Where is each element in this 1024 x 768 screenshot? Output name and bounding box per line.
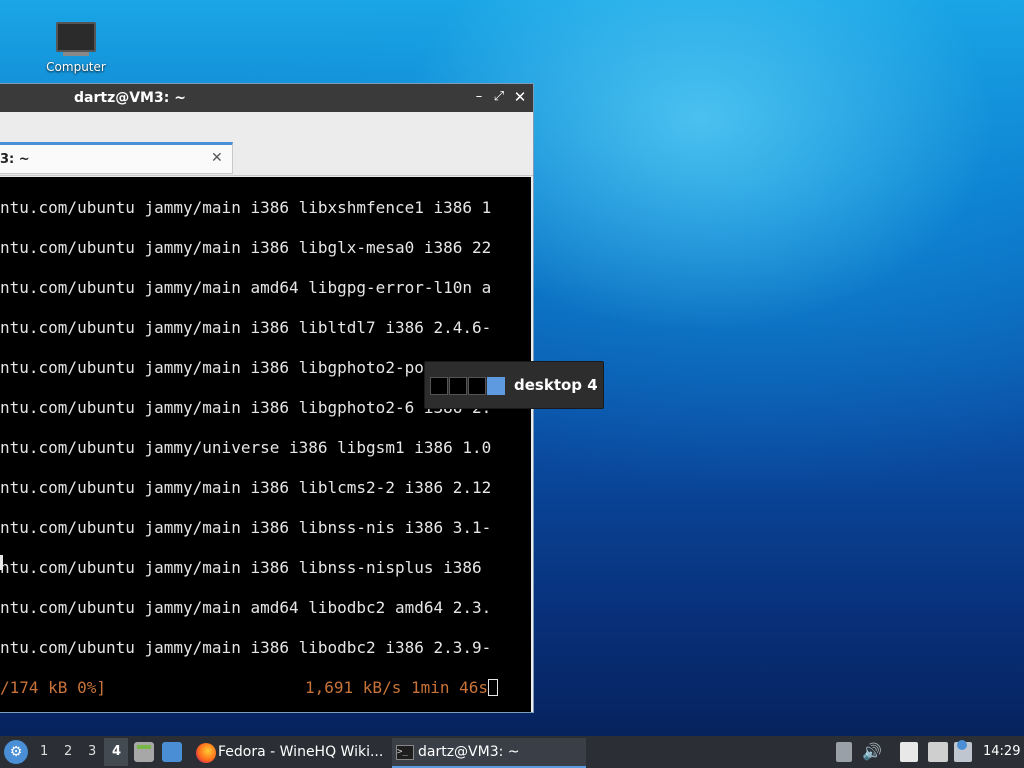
terminal-output[interactable]: ntu.com/ubuntu jammy/main i386 libxshmfe… (0, 177, 531, 712)
terminal-line: ntu.com/ubuntu jammy/main i386 libglx-me… (0, 238, 492, 257)
maximize-button[interactable]: ⤢ (490, 88, 508, 106)
terminal-cursor-left (0, 555, 3, 570)
network-icon[interactable] (928, 742, 948, 762)
menubar (0, 112, 533, 142)
workspace-switcher-osd: desktop 4 (424, 361, 604, 409)
terminal-line: ntu.com/ubuntu jammy/main i386 liblcms2-… (0, 478, 492, 497)
update-notifier-icon[interactable] (954, 740, 972, 762)
terminal-line: ntu.com/ubuntu jammy/main amd64 libodbc2… (0, 598, 492, 617)
close-button[interactable]: ✕ (511, 88, 529, 106)
terminal-line: ntu.com/ubuntu jammy/main amd64 libgpg-e… (0, 278, 492, 297)
tab-bar: 3: ~ ✕ (0, 142, 533, 176)
task-terminal[interactable]: >_ dartz@VM3: ~ (392, 738, 586, 768)
volume-icon[interactable]: 🔊 (862, 742, 882, 762)
workspace-4[interactable]: 4 (112, 744, 121, 759)
workspace-box-1 (430, 377, 448, 395)
workspace-box-3 (468, 377, 486, 395)
workspace-1[interactable]: 1 (40, 744, 48, 759)
terminal-line: ntu.com/ubuntu jammy/main i386 libgphoto… (0, 358, 482, 377)
window-titlebar[interactable]: dartz@VM3: ~ – ⤢ ✕ (0, 84, 533, 112)
clock[interactable]: 14:29 (983, 744, 1020, 759)
tray-document-icon[interactable] (836, 742, 852, 762)
monitor-icon (56, 22, 96, 52)
workspace-2[interactable]: 2 (64, 744, 72, 759)
window-title: dartz@VM3: ~ (74, 90, 186, 106)
file-manager-icon[interactable] (134, 742, 154, 762)
tab-terminal[interactable]: 3: ~ ✕ (0, 142, 233, 174)
desktop-icon-computer[interactable]: Computer (40, 22, 112, 74)
terminal-line: ntu.com/ubuntu jammy/main i386 libnss-ni… (0, 558, 482, 577)
task-label: Fedora - WineHQ Wiki... (218, 744, 384, 760)
terminal-line: ntu.com/ubuntu jammy/main i386 libodbc2 … (0, 638, 492, 657)
tab-label: 3: ~ (0, 152, 30, 167)
progress-status-left: /174 kB 0%] (0, 678, 106, 697)
task-firefox[interactable]: Fedora - WineHQ Wiki... (192, 738, 388, 768)
osd-label: desktop 4 (514, 376, 598, 394)
terminal-line: ntu.com/ubuntu jammy/universe i386 libgs… (0, 438, 492, 457)
tab-close-icon[interactable]: ✕ (211, 150, 223, 166)
task-label: dartz@VM3: ~ (418, 744, 520, 760)
terminal-line: ntu.com/ubuntu jammy/main i386 libnss-ni… (0, 518, 492, 537)
firefox-icon (196, 743, 216, 763)
terminal-cursor (488, 679, 499, 696)
terminal-line: ntu.com/ubuntu jammy/main i386 libgphoto… (0, 398, 492, 417)
progress-status-right: 1,691 kB/s 1min 46s (305, 678, 499, 697)
clipboard-icon[interactable] (900, 742, 918, 762)
progress-rate: 1,691 kB/s 1min 46s (305, 678, 489, 697)
fedora-icon[interactable]: ⚙ (4, 740, 28, 764)
workspace-3[interactable]: 3 (88, 744, 96, 759)
workspace-box-2 (449, 377, 467, 395)
desktop-icon-label: Computer (46, 60, 106, 74)
taskbar: ⚙ 1 2 3 4 Fedora - WineHQ Wiki... >_ dar… (0, 736, 1024, 768)
minimize-button[interactable]: – (470, 88, 488, 106)
terminal-line: ntu.com/ubuntu jammy/main i386 libxshmfe… (0, 198, 492, 217)
show-desktop-icon[interactable] (162, 742, 182, 762)
terminal-line: ntu.com/ubuntu jammy/main i386 libltdl7 … (0, 318, 492, 337)
terminal-icon: >_ (396, 745, 414, 760)
workspace-box-4 (487, 377, 505, 395)
